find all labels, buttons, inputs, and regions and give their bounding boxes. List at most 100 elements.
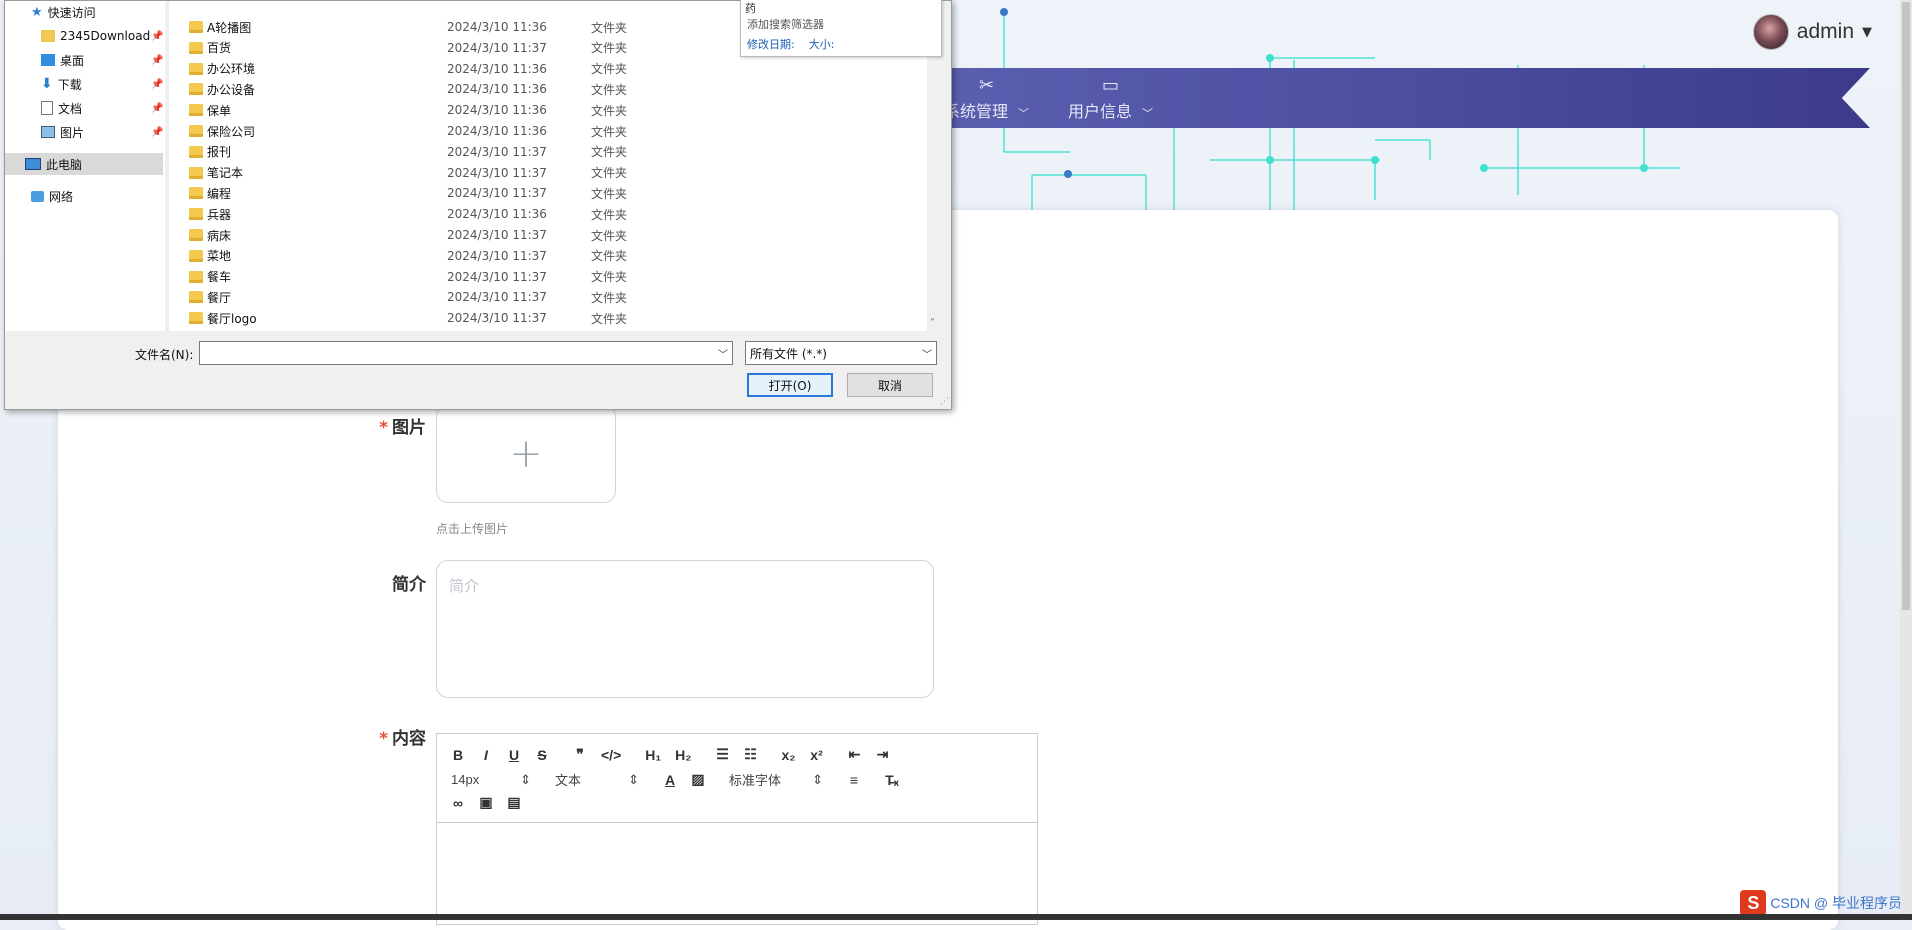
nav-label: 用户信息	[1068, 101, 1133, 121]
file-date: 2024/3/10 11:37	[447, 165, 547, 180]
search-suggestion-popup: 药 添加搜索筛选器 修改日期: 大小:	[740, 0, 942, 57]
file-date: 2024/3/10 11:37	[447, 290, 547, 305]
chevron-down-icon[interactable]: ﹀	[718, 346, 728, 361]
pin-icon: 📌	[151, 102, 164, 114]
chevron-down-icon: ﹀	[922, 350, 932, 361]
page-scrollbar[interactable]	[1900, 0, 1912, 920]
file-row[interactable]: 百货 2024/3/10 11:37 文件夹	[169, 38, 749, 58]
folder-icon	[189, 62, 203, 75]
code-icon[interactable]: </>	[601, 747, 621, 763]
file-name: 兵器	[207, 207, 232, 222]
clear-format-icon[interactable]: T̶ₓ	[885, 772, 899, 788]
background-color-icon[interactable]: ▨	[691, 771, 705, 788]
folder-icon	[189, 125, 203, 137]
nav-network[interactable]: 网络	[31, 185, 73, 207]
computer-icon	[25, 158, 41, 170]
file-row[interactable]: 餐厅logo 2024/3/10 11:37 文件夹	[169, 308, 749, 328]
file-name: 餐厅	[207, 290, 232, 305]
nav-desktop[interactable]: 桌面 📌	[41, 49, 163, 71]
file-row[interactable]: 笔记本 2024/3/10 11:37 文件夹	[169, 163, 749, 183]
heading2-icon[interactable]: H₂	[675, 747, 691, 763]
subscript-icon[interactable]: x₂	[782, 747, 796, 763]
text-style-select[interactable]: 文本 ⇕	[555, 770, 639, 789]
ordered-list-icon[interactable]: ☰	[716, 746, 730, 763]
file-type: 文件夹	[591, 41, 628, 56]
file-date: 2024/3/10 11:36	[447, 103, 547, 118]
avatar	[1752, 14, 1789, 50]
username: admin	[1796, 20, 1854, 43]
video-icon[interactable]: ▤	[507, 794, 521, 811]
nav-item-user-info[interactable]: ▭ 用户信息 ﹀	[1068, 68, 1153, 128]
filter-size-link[interactable]: 大小:	[809, 36, 835, 52]
strikethrough-icon[interactable]: S	[535, 747, 549, 763]
folder-icon	[189, 291, 203, 304]
file-row[interactable]: 办公环境 2024/3/10 11:36 文件夹	[169, 59, 749, 79]
file-date: 2024/3/10 11:37	[447, 40, 547, 55]
resize-grip-icon[interactable]: ⋰	[940, 397, 949, 407]
rich-text-editor[interactable]: B I U S ❞ </> H₁ H₂ ☰ ☷ x₂ x² ⇤ ⇥ 14px ⇕ …	[436, 733, 1038, 925]
updown-icon: ⇕	[520, 771, 531, 787]
file-date: 2024/3/10 11:37	[447, 186, 547, 201]
folder-icon	[189, 249, 203, 262]
dialog-nav-pane: ★ 快速访问 2345Download 📌 桌面 📌 ⬇ 下载 📌 文档 📌 图片 📌 此电脑…	[5, 1, 165, 331]
chevron-down-icon[interactable]: ˅	[930, 318, 935, 329]
nav-pictures[interactable]: 图片 📌	[41, 121, 163, 143]
underline-icon[interactable]: U	[507, 747, 521, 763]
file-row[interactable]: 病床 2024/3/10 11:37 文件夹	[169, 225, 749, 245]
font-family-select[interactable]: 标准字体 ⇕	[729, 770, 823, 789]
link-icon[interactable]: ∞	[451, 795, 465, 811]
folder-icon	[189, 270, 203, 283]
filter-date-link[interactable]: 修改日期:	[747, 36, 795, 52]
bold-icon[interactable]: B	[451, 747, 465, 763]
file-row[interactable]: 餐车 2024/3/10 11:37 文件夹	[169, 267, 749, 287]
intro-textarea[interactable]: 简介	[436, 560, 934, 698]
file-row[interactable]: A轮播图 2024/3/10 11:36 文件夹	[169, 17, 749, 37]
file-date: 2024/3/10 11:37	[447, 311, 547, 326]
bullet-list-icon[interactable]: ☷	[744, 746, 758, 763]
font-size-select[interactable]: 14px ⇕	[451, 772, 531, 788]
file-row[interactable]: 报刊 2024/3/10 11:37 文件夹	[169, 142, 749, 162]
nav-item-system[interactable]: ✂ 系统管理 ﹀	[944, 68, 1029, 128]
file-date: 2024/3/10 11:36	[447, 20, 547, 34]
open-button[interactable]: 打开(O)	[747, 373, 833, 397]
user-menu[interactable]: admin ▼	[1752, 14, 1872, 50]
file-row[interactable]: 办公设备 2024/3/10 11:36 文件夹	[169, 79, 749, 99]
filename-label: 文件名(N):	[135, 348, 194, 362]
image-icon[interactable]: ▣	[479, 794, 493, 811]
italic-icon[interactable]: I	[479, 747, 493, 763]
file-date: 2024/3/10 11:36	[447, 82, 547, 97]
outdent-icon[interactable]: ⇤	[848, 746, 862, 763]
indent-icon[interactable]: ⇥	[876, 746, 890, 763]
file-row[interactable]: 菜地 2024/3/10 11:37 文件夹	[169, 246, 749, 266]
file-row[interactable]: 兵器 2024/3/10 11:36 文件夹	[169, 204, 749, 224]
folder-icon	[189, 104, 203, 117]
image-upload-box[interactable]: +	[436, 405, 616, 503]
content-field-label: * 内容	[379, 729, 426, 749]
nav-downloads[interactable]: ⬇ 下载 📌	[41, 73, 163, 95]
filename-input[interactable]: ﹀	[199, 341, 733, 365]
file-row[interactable]: 保险公司 2024/3/10 11:36 文件夹	[169, 121, 749, 141]
search-query[interactable]: 药	[745, 0, 756, 16]
file-open-dialog: ★ 快速访问 2345Download 📌 桌面 📌 ⬇ 下载 📌 文档 📌 图片 📌 此电脑…	[4, 0, 952, 410]
nav-quick-access[interactable]: ★ 快速访问	[31, 1, 96, 23]
file-row[interactable]: 餐厅 2024/3/10 11:37 文件夹	[169, 287, 749, 307]
pin-icon: 📌	[151, 30, 164, 42]
nav-documents[interactable]: 文档 📌	[41, 97, 163, 119]
cancel-button[interactable]: 取消	[847, 373, 933, 397]
superscript-icon[interactable]: x²	[810, 747, 824, 763]
file-name: 报刊	[207, 145, 232, 160]
nav-this-pc[interactable]: 此电脑	[5, 153, 163, 175]
nav-2345download[interactable]: 2345Download 📌	[41, 25, 163, 47]
folder-icon	[189, 83, 203, 96]
heading1-icon[interactable]: H₁	[645, 747, 661, 763]
font-color-icon[interactable]: A	[663, 772, 677, 788]
scrollbar-thumb[interactable]	[1902, 2, 1910, 610]
file-row[interactable]: 编程 2024/3/10 11:37 文件夹	[169, 183, 749, 203]
font-family-value: 标准字体	[729, 773, 782, 788]
file-row[interactable]: 保单 2024/3/10 11:36 文件夹	[169, 100, 749, 120]
download-icon: ⬇	[41, 76, 53, 92]
blockquote-icon[interactable]: ❞	[573, 746, 587, 763]
file-name: 菜地	[207, 249, 232, 264]
filetype-select[interactable]: 所有文件 (*.*) ﹀	[745, 341, 937, 365]
align-icon[interactable]: ≡	[847, 772, 861, 788]
